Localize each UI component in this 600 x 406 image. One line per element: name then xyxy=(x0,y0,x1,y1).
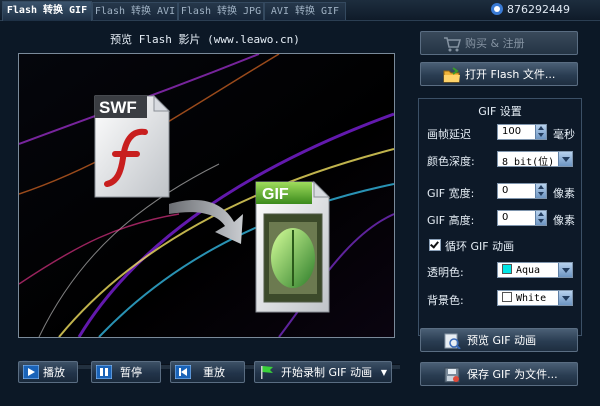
tab-flash-to-avi[interactable]: Flash 转换 AVI xyxy=(92,2,178,20)
save-gif-button[interactable]: 保存 GIF 为文件... xyxy=(420,362,578,386)
gif-settings-panel: GIF 设置 画帧延迟 100 毫秒 颜色深度: 8 bit(位) GIF 宽度… xyxy=(418,98,582,336)
chevron-down-icon[interactable]: ▼ xyxy=(381,362,387,384)
preview-artwork: SWF GIF xyxy=(19,54,394,337)
cart-icon xyxy=(444,37,461,52)
svg-text:GIF: GIF xyxy=(262,186,289,203)
background-color-label: 背景色: xyxy=(427,294,464,307)
open-flash-label: 打开 Flash 文件... xyxy=(465,68,556,81)
pause-button[interactable]: 暂停 xyxy=(91,361,161,383)
start-record-label: 开始录制 GIF 动画 xyxy=(281,366,373,379)
transparent-color-label: 透明色: xyxy=(427,266,464,279)
tab-flash-to-jpg[interactable]: Flash 转换 JPG xyxy=(178,2,264,20)
gif-file-icon: GIF xyxy=(255,180,331,313)
pause-label: 暂停 xyxy=(120,366,142,379)
preview-title: 预览 Flash 影片 (www.leawo.cn) xyxy=(110,33,300,46)
color-depth-select[interactable]: 8 bit(位) xyxy=(497,151,573,168)
preview-gif-button[interactable]: 预览 GIF 动画 xyxy=(420,328,578,352)
spinner-arrows-icon[interactable] xyxy=(535,184,546,198)
tab-flash-to-gif[interactable]: Flash 转换 GIF xyxy=(2,1,92,21)
replay-button[interactable]: 重放 xyxy=(170,361,245,383)
play-label: 播放 xyxy=(43,366,65,379)
gif-height-value: 0 xyxy=(502,212,509,223)
play-icon xyxy=(23,365,39,379)
color-depth-value: 8 bit(位) xyxy=(502,157,555,168)
loop-checkbox[interactable] xyxy=(429,239,441,251)
chevron-down-icon[interactable] xyxy=(558,291,572,305)
start-record-button[interactable]: 开始录制 GIF 动画 ▼ xyxy=(254,361,392,383)
frame-delay-label: 画帧延迟 xyxy=(427,128,471,141)
preview-icon xyxy=(444,333,461,349)
transparent-color-swatch xyxy=(502,264,512,274)
save-gif-label: 保存 GIF 为文件... xyxy=(467,368,558,381)
background-color-swatch xyxy=(502,292,512,302)
open-flash-button[interactable]: 打开 Flash 文件... xyxy=(420,62,578,86)
qq-number: 876292449 xyxy=(507,3,570,16)
chevron-down-icon[interactable] xyxy=(558,263,572,277)
preview-canvas: SWF GIF xyxy=(18,53,395,338)
gif-settings-title: GIF 设置 xyxy=(478,105,522,118)
frame-delay-unit: 毫秒 xyxy=(553,128,575,141)
tab-bar: Flash 转换 GIF Flash 转换 AVI Flash 转换 JPG A… xyxy=(0,0,600,21)
swf-file-icon: SWF xyxy=(94,94,171,198)
play-button[interactable]: 播放 xyxy=(18,361,78,383)
loop-label: 循环 GIF 动画 xyxy=(445,240,515,253)
qq-contact[interactable]: 876292449 xyxy=(491,3,570,16)
gif-width-label: GIF 宽度: xyxy=(427,187,475,200)
tab-avi-to-gif[interactable]: AVI 转换 GIF xyxy=(264,2,346,20)
transparent-color-select[interactable]: Aqua xyxy=(497,262,573,278)
gif-height-unit: 像素 xyxy=(553,214,575,227)
buy-register-label: 购买 & 注册 xyxy=(465,37,525,50)
transparent-color-value: Aqua xyxy=(516,265,541,276)
pause-icon xyxy=(96,365,112,379)
flag-icon xyxy=(261,366,273,379)
replay-icon xyxy=(175,365,191,379)
preview-gif-label: 预览 GIF 动画 xyxy=(467,334,537,347)
gif-width-unit: 像素 xyxy=(553,187,575,200)
preview-area: 预览 Flash 影片 (www.leawo.cn) SWF GIF 播放 暂停… xyxy=(8,24,404,402)
right-panel: 购买 & 注册 打开 Flash 文件... GIF 设置 画帧延迟 100 毫… xyxy=(418,26,583,402)
gif-width-spinner[interactable]: 0 xyxy=(497,183,547,199)
svg-text:SWF: SWF xyxy=(99,98,137,117)
spinner-arrows-icon[interactable] xyxy=(535,211,546,225)
spinner-arrows-icon[interactable] xyxy=(535,125,546,139)
replay-label: 重放 xyxy=(203,366,225,379)
frame-delay-value: 100 xyxy=(502,126,522,137)
folder-icon xyxy=(443,67,460,83)
chevron-down-icon[interactable] xyxy=(558,152,572,166)
buy-register-button[interactable]: 购买 & 注册 xyxy=(420,31,578,55)
gif-height-label: GIF 高度: xyxy=(427,214,475,227)
frame-delay-spinner[interactable]: 100 xyxy=(497,124,547,140)
qq-icon xyxy=(491,3,503,15)
gif-height-spinner[interactable]: 0 xyxy=(497,210,547,226)
color-depth-label: 颜色深度: xyxy=(427,155,475,168)
background-color-value: White xyxy=(516,293,547,304)
gif-width-value: 0 xyxy=(502,185,509,196)
background-color-select[interactable]: White xyxy=(497,290,573,306)
save-icon xyxy=(444,367,460,383)
